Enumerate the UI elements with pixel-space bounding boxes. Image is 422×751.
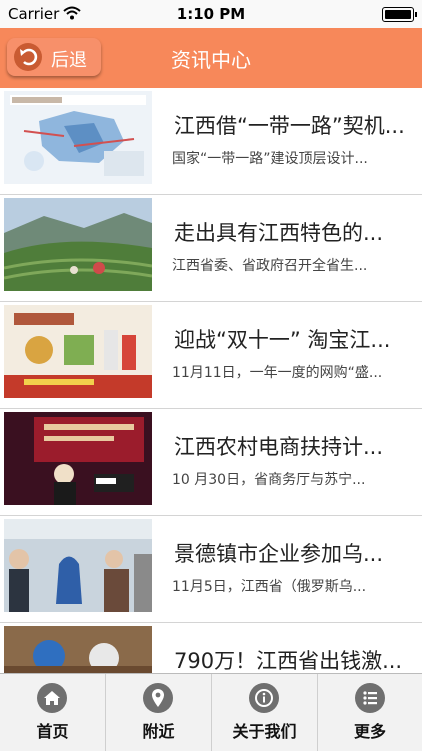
news-thumbnail: [4, 626, 152, 673]
info-icon: [249, 683, 279, 713]
news-item[interactable]: 迎战“双十一” 淘宝江... 11月11日，一年一度的网购“盛...: [0, 302, 422, 409]
news-title: 790万！江西省出钱激...: [174, 649, 403, 673]
news-list[interactable]: 江西借“一带一路”契机... 国家“一带一路”建设顶层设计... 走出具有江西特…: [0, 88, 422, 673]
page-title: 资讯中心: [171, 48, 251, 72]
news-title: 走出具有江西特色的...: [174, 221, 384, 245]
news-item[interactable]: 走出具有江西特色的... 江西省委、省政府召开全省生...: [0, 195, 422, 302]
list-icon: [355, 683, 385, 713]
news-thumbnail: [4, 519, 152, 612]
news-title: 江西农村电商扶持计...: [174, 435, 384, 459]
news-item[interactable]: 江西农村电商扶持计... 10 月30日，省商务厅与苏宁...: [0, 409, 422, 516]
location-pin-icon: [143, 683, 173, 713]
battery-icon: [382, 7, 417, 22]
tab-label: 附近: [142, 722, 175, 741]
tab-about-us[interactable]: 关于我们: [212, 674, 318, 751]
news-thumbnail: [4, 198, 152, 291]
news-title: 迎战“双十一” 淘宝江...: [174, 328, 391, 352]
tab-label: 首页: [36, 722, 69, 741]
news-item[interactable]: 790万！江西省出钱激...: [0, 623, 422, 673]
news-summary: 国家“一带一路”建设顶层设计...: [172, 151, 368, 167]
news-thumbnail: [4, 412, 152, 505]
news-title: 江西借“一带一路”契机...: [174, 114, 405, 138]
news-summary: 11月11日，一年一度的网购“盛...: [172, 365, 383, 381]
news-summary: 江西省委、省政府召开全省生...: [172, 258, 368, 274]
news-item[interactable]: 景德镇市企业参加乌... 11月5日，江西省（俄罗斯乌...: [0, 516, 422, 623]
news-thumbnail: [4, 91, 152, 184]
tab-label: 更多: [353, 722, 386, 741]
tab-home[interactable]: 首页: [0, 674, 106, 751]
tab-more[interactable]: 更多: [318, 674, 422, 751]
news-title: 景德镇市企业参加乌...: [174, 542, 384, 566]
news-item[interactable]: 江西借“一带一路”契机... 国家“一带一路”建设顶层设计...: [0, 88, 422, 195]
news-summary: 11月5日，江西省（俄罗斯乌...: [172, 579, 367, 595]
news-thumbnail: [4, 305, 152, 398]
news-summary: 10 月30日，省商务厅与苏宁...: [172, 472, 366, 488]
status-bar: Carrier 1:10 PM: [0, 0, 422, 28]
tab-bar: 首页 附近 关于我们 更多: [0, 673, 422, 751]
tab-nearby[interactable]: 附近: [106, 674, 212, 751]
clock: 1:10 PM: [176, 5, 246, 23]
navigation-bar: 后退 资讯中心: [0, 28, 422, 88]
tab-label: 关于我们: [232, 722, 297, 741]
home-icon: [37, 683, 67, 713]
